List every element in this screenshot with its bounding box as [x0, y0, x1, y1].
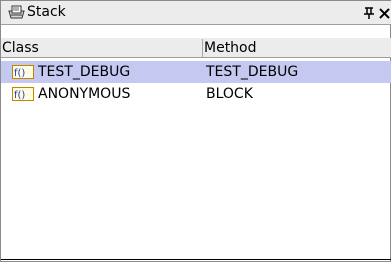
table-row[interactable]: f() ANONYMOUS BLOCK	[1, 83, 391, 105]
function-icon: f()	[12, 65, 34, 79]
cell-class: f() ANONYMOUS	[12, 85, 130, 103]
column-header-class[interactable]: Class	[1, 39, 203, 57]
cell-class: f() TEST_DEBUG	[12, 63, 130, 81]
svg-text:f(): f()	[14, 68, 25, 79]
table-row[interactable]: f() TEST_DEBUG TEST_DEBUG	[1, 61, 391, 83]
stack-panel: Stack Class Method f() TEST_DEBUG TEST_D…	[0, 0, 391, 262]
column-header-method[interactable]: Method	[204, 39, 391, 57]
close-icon[interactable]	[378, 4, 391, 21]
stack-icon	[7, 4, 25, 21]
panel-bottom-border	[1, 259, 391, 260]
method-name: TEST_DEBUG	[206, 64, 299, 80]
function-icon: f()	[12, 87, 34, 101]
panel-titlebar: Stack	[1, 1, 391, 25]
pin-icon[interactable]	[362, 5, 376, 21]
class-name: TEST_DEBUG	[38, 64, 131, 80]
svg-text:f(): f()	[14, 90, 25, 101]
method-name: BLOCK	[206, 86, 253, 102]
stack-table-body: f() TEST_DEBUG TEST_DEBUG f() ANONYMOUS …	[1, 61, 391, 105]
class-name: ANONYMOUS	[38, 86, 131, 102]
table-header: Class Method	[1, 38, 391, 58]
panel-title: Stack	[27, 4, 66, 20]
